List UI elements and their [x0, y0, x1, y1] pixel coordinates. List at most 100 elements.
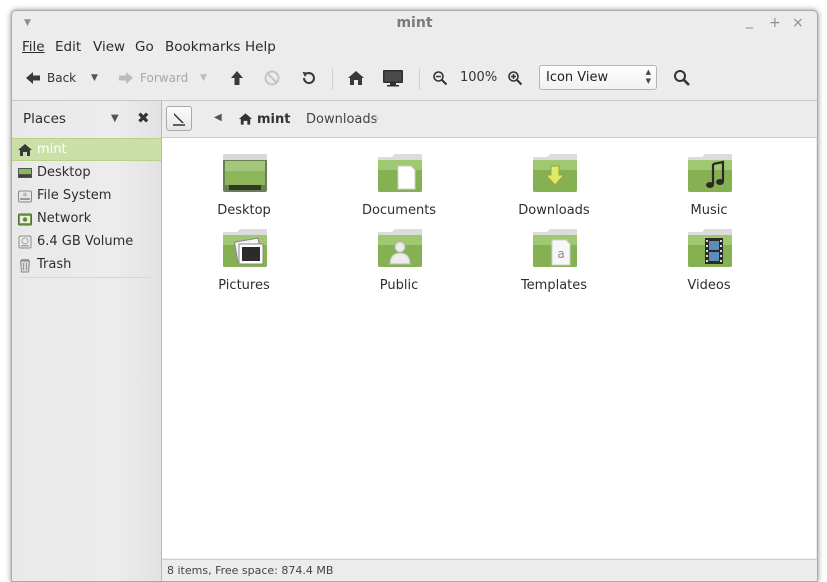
- toolbar-separator: [332, 68, 333, 90]
- file-name: Templates: [520, 278, 588, 293]
- sidebar-item-network[interactable]: Network: [12, 207, 161, 230]
- menu-bar: File Edit View Go Bookmarks Help: [12, 37, 817, 57]
- forward-dropdown-icon: ▼: [200, 73, 207, 83]
- sidebar-item-desktop[interactable]: Desktop: [12, 161, 161, 184]
- back-dropdown-icon: ▼: [91, 73, 98, 83]
- menu-help-label: Help: [245, 39, 276, 55]
- file-manager-window: ▼ mint _ + × File Edit View Go Bookmarks…: [11, 10, 818, 582]
- places-header: Places ▼ ✖: [12, 101, 161, 137]
- zoom-in-icon: [508, 71, 523, 86]
- file-item-desktop[interactable]: Desktop: [184, 153, 304, 223]
- file-item-pictures[interactable]: Pictures: [184, 228, 304, 298]
- reload-button[interactable]: [301, 61, 317, 95]
- sidebar-item-volume[interactable]: 6.4 GB Volume: [12, 230, 161, 253]
- title-bar[interactable]: ▼ mint _ + ×: [12, 11, 817, 37]
- zoom-level[interactable]: 100%: [460, 70, 497, 85]
- stop-button[interactable]: [264, 61, 280, 95]
- menu-edit[interactable]: Edit: [55, 39, 81, 55]
- forward-arrow-icon: [119, 72, 133, 84]
- file-name: Music: [690, 203, 728, 218]
- status-text: 8 items, Free space: 874.4 MB: [167, 564, 334, 577]
- zoom-out-button[interactable]: [432, 61, 448, 95]
- home-icon: [17, 142, 33, 158]
- file-item-videos[interactable]: Videos: [649, 228, 769, 298]
- zoom-out-icon: [433, 71, 448, 86]
- file-icon-view[interactable]: Desktop Documents Downloads Music Pictur…: [162, 138, 816, 558]
- forward-history-dropdown[interactable]: ▼: [200, 61, 207, 95]
- desktop-folder-icon: [223, 154, 267, 192]
- places-list: mint Desktop File System Network 6.4 GB …: [12, 138, 161, 276]
- toolbar: Back ▼ Forward ▼ 100% Icon View ▲ ▼: [12, 61, 817, 97]
- content-area: Places ▼ ✖ mint Desktop File System Netw…: [12, 100, 817, 581]
- forward-label: Forward: [140, 71, 189, 85]
- back-label: Back: [47, 71, 77, 85]
- places-sidebar: Places ▼ ✖ mint Desktop File System Netw…: [12, 101, 162, 581]
- file-item-downloads[interactable]: Downloads: [494, 153, 614, 223]
- public-folder-icon: [378, 229, 422, 267]
- pictures-folder-icon: [223, 229, 267, 267]
- select-spinner-icon: ▲ ▼: [645, 68, 651, 85]
- sidebar-item-label: Network: [37, 211, 92, 226]
- sidebar-item-label: Desktop: [37, 165, 91, 180]
- close-window-button[interactable]: ×: [792, 15, 804, 31]
- menu-edit-label: Edit: [55, 39, 82, 55]
- trash-icon: [17, 257, 33, 273]
- menu-go[interactable]: Go: [135, 39, 154, 55]
- forward-button[interactable]: Forward: [118, 61, 188, 95]
- file-name: Documents: [361, 203, 437, 218]
- up-button[interactable]: [230, 61, 244, 95]
- drive-icon: [17, 234, 33, 250]
- back-button[interactable]: Back: [25, 61, 76, 95]
- file-item-documents[interactable]: Documents: [339, 153, 459, 223]
- sidebar-item-trash[interactable]: Trash: [12, 253, 161, 276]
- menu-file[interactable]: File: [22, 39, 45, 55]
- edit-location-toggle[interactable]: [166, 106, 192, 131]
- desktop-icon: [17, 165, 33, 181]
- videos-folder-icon: [688, 229, 732, 267]
- main-pane: ◀ mint Downloads › Desktop Documents Dow…: [162, 101, 817, 581]
- back-arrow-icon: [26, 72, 40, 84]
- places-title[interactable]: Places: [23, 111, 66, 127]
- menu-bookmarks[interactable]: Bookmarks: [165, 39, 240, 55]
- file-name: Desktop: [217, 203, 271, 218]
- file-item-templates[interactable]: a Templates: [494, 228, 614, 298]
- back-history-dropdown[interactable]: ▼: [91, 61, 98, 95]
- file-name: Downloads: [518, 203, 590, 218]
- status-bar: 8 items, Free space: 874.4 MB: [162, 559, 817, 581]
- view-mode-select[interactable]: Icon View ▲ ▼: [539, 65, 657, 90]
- maximize-button[interactable]: +: [769, 15, 781, 31]
- window-title: mint: [396, 15, 433, 31]
- templates-folder-icon: a: [533, 229, 577, 267]
- music-folder-icon: [688, 154, 732, 192]
- computer-monitor-icon: [383, 70, 403, 87]
- file-item-public[interactable]: Public: [339, 228, 459, 298]
- path-scroll-left-icon[interactable]: ◀: [214, 112, 222, 123]
- home-icon: [238, 113, 253, 125]
- file-item-music[interactable]: Music: [649, 153, 769, 223]
- search-icon: [674, 70, 690, 86]
- menu-view[interactable]: View: [93, 39, 125, 55]
- menu-go-label: Go: [135, 39, 154, 55]
- minimize-button[interactable]: _: [746, 13, 753, 29]
- home-button[interactable]: [347, 61, 365, 95]
- home-icon: [348, 71, 364, 85]
- reload-icon: [302, 72, 315, 85]
- sidebar-item-file-system[interactable]: File System: [12, 184, 161, 207]
- breadcrumb-label: mint: [257, 111, 291, 127]
- stop-icon: [264, 70, 280, 86]
- toolbar-separator: [419, 68, 420, 90]
- menu-help[interactable]: Help: [245, 39, 276, 55]
- sidebar-item-mint[interactable]: mint: [12, 138, 161, 161]
- search-button[interactable]: [673, 61, 691, 95]
- breadcrumb-mint[interactable]: mint: [238, 108, 290, 130]
- breadcrumb-downloads[interactable]: Downloads: [306, 112, 377, 127]
- close-sidebar-icon[interactable]: ✖: [137, 109, 150, 127]
- computer-button[interactable]: [382, 61, 404, 95]
- places-dropdown-icon[interactable]: ▼: [111, 113, 119, 124]
- sidebar-item-label: Trash: [37, 257, 72, 272]
- breadcrumb-chevron-icon: ›: [375, 112, 380, 125]
- up-arrow-icon: [231, 71, 243, 85]
- harddisk-icon: [17, 188, 33, 204]
- zoom-in-button[interactable]: [507, 61, 523, 95]
- pencil-icon: [173, 113, 185, 126]
